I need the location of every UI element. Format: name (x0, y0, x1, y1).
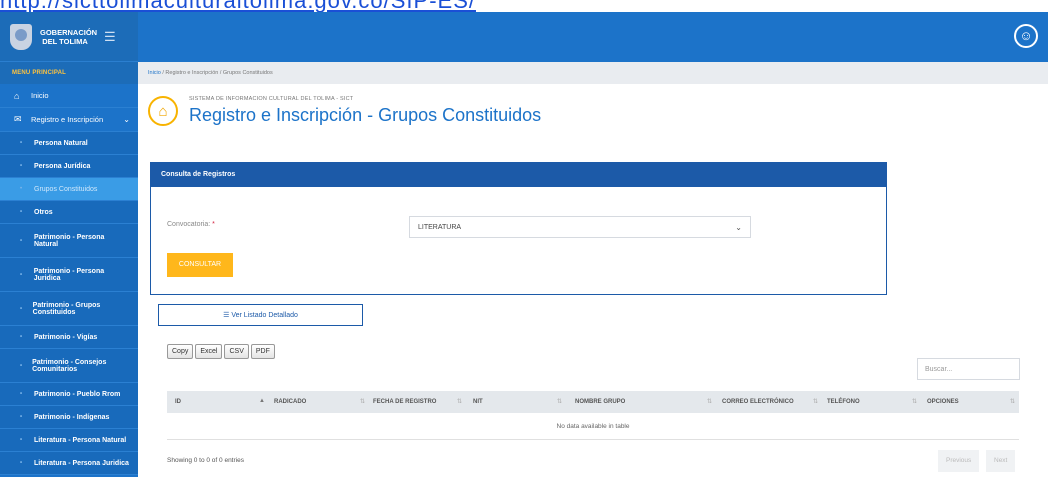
tolima-shield-logo (10, 23, 32, 50)
bullet-icon: • (20, 362, 23, 369)
brand-area: GOBERNACIÓN DEL TOLIMA ☰ (0, 12, 138, 62)
detailed-list-button[interactable]: ☰ Ver Listado Detallado (158, 304, 363, 326)
breadcrumb-path: / Registro e Inscripción / Grupos Consti… (160, 70, 273, 76)
col-id[interactable]: ID (175, 399, 181, 405)
bullet-icon: • (20, 414, 23, 420)
brand-name: GOBERNACIÓN DEL TOLIMA (40, 27, 98, 46)
sidebar-item-label: Registro e Inscripción (31, 115, 104, 124)
col-nit[interactable]: NIT (473, 399, 483, 405)
chevron-down-icon: ⌄ (123, 115, 130, 124)
sidebar-item-label: Patrimonio - Pueblo Rrom (34, 390, 121, 398)
query-card: Consulta de Registros Convocatoria: * LI… (150, 162, 887, 295)
sidebar-item-label: Patrimonio - Persona Juridica (33, 267, 105, 282)
bullet-icon: • (20, 437, 23, 443)
table-empty-row: No data available in table (167, 414, 1019, 440)
bullet-icon: • (20, 186, 23, 192)
convocatoria-label: Convocatoria: * (167, 221, 215, 228)
top-bar: ☺ (138, 12, 1048, 62)
sort-icon: ⇅ (912, 399, 918, 405)
menu-title: MENU PRINCIPAL (0, 62, 138, 84)
sidebar-item-12[interactable]: • Patrimonio - Indígenas (0, 406, 138, 429)
nav-list: ⌂ Inicio ✉ Registro e Inscripción ⌄ • Persona … (0, 84, 138, 475)
previous-button[interactable]: Previous (938, 450, 980, 472)
sidebar-item-13[interactable]: • Literatura - Persona Natural (0, 429, 138, 452)
convocatoria-select[interactable]: LITERATURA ⌄ (409, 216, 751, 238)
sort-icon: ⇅ (360, 399, 366, 405)
chevron-down-icon: ⌄ (735, 223, 742, 232)
page-subtitle: SISTEMA DE INFORMACION CULTURAL DEL TOLI… (189, 96, 354, 102)
sort-icon: ⇅ (813, 399, 819, 405)
bullet-icon: • (20, 209, 23, 215)
col-radicado[interactable]: RADICADO (274, 399, 306, 405)
sidebar-item-4[interactable]: • Grupos Constituidos (0, 178, 138, 201)
url-link[interactable]: http://sicttolimaculturaltolima.gov.co/S… (0, 0, 476, 12)
sidebar-item-label: Literatura - Persona Juridica (34, 459, 129, 467)
table-info: Showing 0 to 0 of 0 entries (167, 457, 244, 464)
sidebar-item-5[interactable]: • Otros (0, 201, 138, 224)
col-telefono[interactable]: TELÉFONO (827, 399, 860, 405)
menu-toggle-icon[interactable]: ☰ (104, 29, 116, 45)
next-button[interactable]: Next (986, 450, 1016, 472)
sidebar-item-7[interactable]: • Patrimonio - Persona Juridica (0, 258, 138, 292)
sidebar-item-3[interactable]: • Persona Jurídica (0, 155, 138, 178)
home-icon: ⌂ (14, 90, 20, 101)
table-header: ID ▲ RADICADO ⇅ FECHA DE REGISTRO ⇅ NIT … (167, 391, 1019, 413)
col-nombre[interactable]: NOMBRE GRUPO (575, 399, 625, 405)
breadcrumb: Inicio / Registro e Inscripción / Grupos… (138, 62, 1048, 84)
export-excel-button[interactable]: Excel (195, 344, 223, 359)
export-copy-button[interactable]: Copy (167, 344, 194, 359)
sort-icon: ⇅ (557, 399, 563, 405)
sidebar-item-label: Patrimonio - Persona Natural (33, 233, 105, 248)
register-icon: ✉ (14, 114, 22, 124)
sidebar-item-1[interactable]: ✉ Registro e Inscripción ⌄ (0, 108, 138, 132)
home-icon: ⌂ (148, 96, 178, 126)
export-pdf-button[interactable]: PDF (250, 344, 275, 359)
url-banner[interactable]: http://sicttolimaculturaltolima.gov.co/S… (0, 0, 1048, 12)
sidebar-item-label: Literatura - Persona Natural (34, 436, 127, 444)
sidebar-item-label: Grupos Constituidos (34, 185, 98, 193)
bullet-icon: • (20, 334, 23, 340)
col-correo[interactable]: CORREO ELECTRÓNICO (722, 399, 794, 405)
sidebar-item-label: Otros (34, 208, 53, 216)
bullet-icon: • (20, 305, 23, 312)
bullet-icon: • (20, 271, 23, 278)
sidebar-item-label: Persona Natural (34, 139, 88, 147)
sidebar: GOBERNACIÓN DEL TOLIMA ☰ MENU PRINCIPAL ⌂… (0, 12, 138, 477)
bullet-icon: • (20, 163, 23, 169)
bullet-icon: • (20, 237, 23, 244)
sidebar-item-10[interactable]: • Patrimonio - Consejos Comunitarios (0, 349, 138, 383)
export-csv-button[interactable]: CSV (224, 344, 249, 359)
sidebar-item-9[interactable]: • Patrimonio - Vigías (0, 326, 138, 349)
export-buttons: Copy Excel CSV PDF (167, 344, 275, 359)
sidebar-item-label: Patrimonio - Indígenas (34, 413, 110, 421)
sort-asc-icon: ▲ (259, 398, 265, 404)
sidebar-item-14[interactable]: • Literatura - Persona Juridica (0, 452, 138, 475)
col-opciones[interactable]: OPCIONES (927, 399, 959, 405)
sort-icon: ⇅ (1010, 399, 1016, 405)
sidebar-item-0[interactable]: ⌂ Inicio (0, 84, 138, 108)
col-fecha[interactable]: FECHA DE REGISTRO (373, 399, 436, 405)
sidebar-item-label: Patrimonio - Vigías (34, 333, 98, 341)
page-header: ⌂ SISTEMA DE INFORMACION CULTURAL DEL TO… (148, 96, 541, 126)
bullet-icon: • (20, 460, 23, 466)
sidebar-item-label: Patrimonio - Consejos Comunitarios (32, 358, 107, 373)
sidebar-item-label: Persona Jurídica (34, 162, 91, 170)
sidebar-item-2[interactable]: • Persona Natural (0, 132, 138, 155)
page-title: Registro e Inscripción - Grupos Constitu… (189, 105, 542, 125)
query-card-header: Consulta de Registros (151, 163, 886, 187)
sidebar-item-label: Inicio (31, 91, 49, 100)
sidebar-item-6[interactable]: • Patrimonio - Persona Natural (0, 224, 138, 258)
required-mark: * (212, 221, 215, 228)
sort-icon: ⇅ (457, 399, 463, 405)
search-input[interactable]: Buscar... (917, 358, 1020, 380)
user-avatar-icon[interactable]: ☺ (1014, 24, 1038, 48)
sidebar-item-label: Patrimonio - Grupos Constituidos (32, 301, 101, 316)
sidebar-item-8[interactable]: • Patrimonio - Grupos Constituidos (0, 292, 138, 326)
bullet-icon: • (20, 140, 23, 146)
bullet-icon: • (20, 391, 23, 397)
sidebar-item-11[interactable]: • Patrimonio - Pueblo Rrom (0, 383, 138, 406)
breadcrumb-home[interactable]: Inicio (148, 70, 161, 76)
consultar-button[interactable]: CONSULTAR (167, 253, 233, 277)
sort-icon: ⇅ (707, 399, 713, 405)
